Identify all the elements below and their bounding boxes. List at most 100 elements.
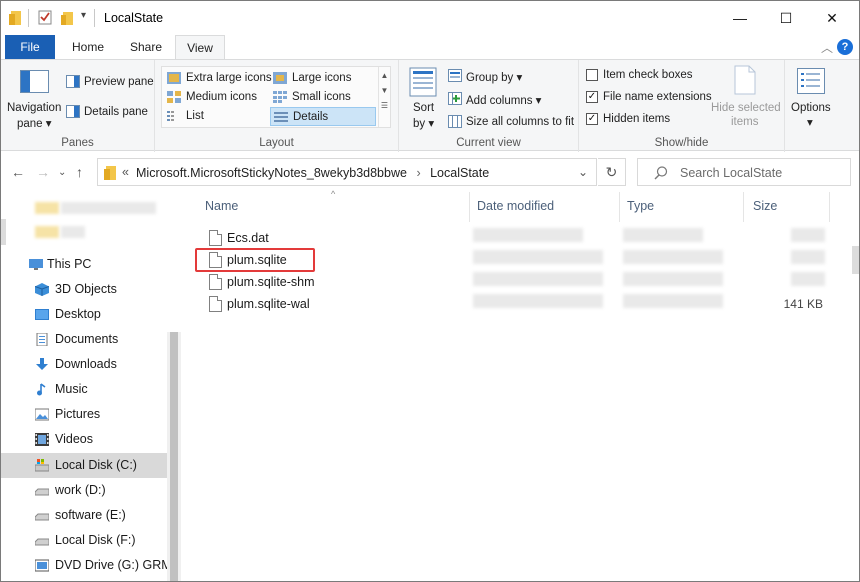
tab-view[interactable]: View xyxy=(175,35,225,60)
sort-by-icon[interactable] xyxy=(409,67,437,97)
scrollbar-thumb[interactable] xyxy=(170,332,178,581)
column-header-date-modified[interactable]: Date modified xyxy=(477,199,554,213)
navigation-pane-button[interactable]: Navigation xyxy=(7,102,61,114)
item-check-boxes-checkbox[interactable] xyxy=(586,69,598,81)
column-divider[interactable] xyxy=(619,192,620,222)
sidebar-item-this-pc[interactable]: This PC xyxy=(1,252,167,277)
column-header-type[interactable]: Type xyxy=(627,199,654,213)
sidebar-item-label: software (E:) xyxy=(55,508,126,522)
tab-share[interactable]: Share xyxy=(121,35,171,59)
item-check-boxes-label[interactable]: Item check boxes xyxy=(603,69,692,81)
sidebar-item-label: Desktop xyxy=(55,307,101,321)
drive-icon xyxy=(35,488,49,496)
column-header-name[interactable]: Name xyxy=(205,199,238,213)
hide-selected-items-button[interactable]: Hide selected xyxy=(711,102,781,114)
breadcrumb-item-localstate[interactable]: LocalState xyxy=(430,166,489,180)
blurred-quick-access-item xyxy=(61,202,156,214)
collapse-ribbon-icon[interactable]: ︿ xyxy=(821,39,833,56)
column-divider[interactable] xyxy=(469,192,470,222)
new-folder-icon[interactable] xyxy=(61,10,75,26)
sidebar-item-dvd-drive-g[interactable]: DVD Drive (G:) GRM xyxy=(1,553,172,578)
blurred-date-cell xyxy=(473,228,583,242)
sidebar-item-pictures[interactable]: Pictures xyxy=(1,402,167,427)
hidden-items-checkbox[interactable]: ✓ xyxy=(586,113,598,125)
sort-by-arrow[interactable]: by ▾ xyxy=(413,116,434,130)
minimize-button[interactable]: — xyxy=(717,1,763,35)
address-dropdown-icon[interactable]: ⌄ xyxy=(578,165,588,179)
recent-locations-icon[interactable]: ⌄ xyxy=(58,167,66,178)
search-box[interactable]: Search LocalState xyxy=(637,158,851,186)
column-divider[interactable] xyxy=(743,192,744,222)
search-input[interactable]: Search LocalState xyxy=(680,166,782,180)
file-name-extensions-label[interactable]: File name extensions xyxy=(603,91,712,103)
options-arrow[interactable]: ▾ xyxy=(807,115,813,129)
hide-selected-items-button-line2: items xyxy=(731,116,759,128)
small-icons-icon xyxy=(273,91,287,103)
add-columns-button[interactable]: Add columns ▾ xyxy=(466,93,541,107)
tab-file[interactable]: File xyxy=(5,35,55,59)
breadcrumb-separator[interactable]: › xyxy=(416,166,420,180)
file-name: plum.sqlite-wal xyxy=(227,297,310,311)
sidebar-item-local-disk-c[interactable]: Local Disk (C:) xyxy=(1,453,167,478)
sidebar-item-desktop[interactable]: Desktop xyxy=(1,302,167,327)
sidebar-item-downloads[interactable]: Downloads xyxy=(1,352,167,377)
monitor-icon xyxy=(29,259,43,270)
ribbon-tabs: File Home Share View ︿ ? xyxy=(1,35,859,60)
column-divider[interactable] xyxy=(829,192,830,222)
sort-by-button[interactable]: Sort xyxy=(413,102,434,114)
gallery-more-icon[interactable]: ☰ xyxy=(379,101,390,110)
layout-gallery-scroll[interactable]: ▲ ▼ ☰ xyxy=(378,67,390,127)
extra-large-icons-icon xyxy=(167,72,181,84)
hidden-items-label[interactable]: Hidden items xyxy=(603,113,670,125)
navigation-pane-scrollbar[interactable] xyxy=(167,332,181,581)
group-by-icon xyxy=(448,69,462,82)
extra-large-icons-label: Extra large icons xyxy=(186,72,272,84)
small-icons-option[interactable]: Small icons xyxy=(270,88,374,107)
refresh-button[interactable]: ↻ xyxy=(598,158,626,186)
help-icon[interactable]: ? xyxy=(837,39,853,55)
properties-icon[interactable] xyxy=(38,10,53,26)
options-button[interactable]: Options xyxy=(791,102,831,114)
quick-access-dropdown-icon[interactable]: ▾ xyxy=(81,10,86,21)
tab-home[interactable]: Home xyxy=(63,35,113,59)
breadcrumb-item-stickynotes[interactable]: Microsoft.MicrosoftStickyNotes_8wekyb3d8… xyxy=(136,166,407,180)
sidebar-item-label: Downloads xyxy=(55,357,117,371)
details-option[interactable]: Details xyxy=(270,107,376,126)
medium-icons-option[interactable]: Medium icons xyxy=(164,88,268,107)
sidebar-item-software-e[interactable]: software (E:) xyxy=(1,503,167,528)
details-pane-button[interactable]: Details pane xyxy=(84,106,148,118)
large-icons-option[interactable]: Large icons xyxy=(270,69,374,88)
cube-icon xyxy=(35,283,49,296)
scroll-down-icon[interactable]: ▼ xyxy=(379,86,390,95)
scroll-up-icon[interactable]: ▲ xyxy=(379,71,390,80)
sidebar-item-documents[interactable]: Documents xyxy=(1,327,167,352)
address-overflow-chevron[interactable]: « xyxy=(122,165,129,179)
address-bar[interactable]: « Microsoft.MicrosoftStickyNotes_8wekyb3… xyxy=(97,158,597,186)
sidebar-item-work-d[interactable]: work (D:) xyxy=(1,478,167,503)
navigation-pane-arrow[interactable]: pane ▾ xyxy=(17,116,52,130)
navigation-pane-icon[interactable] xyxy=(20,70,50,94)
file-name-extensions-checkbox[interactable]: ✓ xyxy=(586,91,598,103)
layout-group: Extra large icons Large icons Medium ico… xyxy=(155,60,399,152)
file-name: plum.sqlite-shm xyxy=(227,275,315,289)
preview-pane-button[interactable]: Preview pane xyxy=(84,76,154,88)
list-view-icon xyxy=(167,111,174,121)
back-arrow-icon[interactable]: ← xyxy=(11,164,25,180)
up-arrow-icon[interactable]: ↑ xyxy=(76,164,83,180)
size-columns-icon xyxy=(448,115,462,128)
sort-ascending-icon: ^ xyxy=(331,189,336,199)
group-by-button[interactable]: Group by ▾ xyxy=(466,70,522,84)
options-icon[interactable] xyxy=(797,68,825,94)
size-all-columns-button[interactable]: Size all columns to fit xyxy=(466,116,574,128)
small-icons-label: Small icons xyxy=(292,91,351,103)
maximize-button[interactable]: ☐ xyxy=(763,1,809,35)
sidebar-item-videos[interactable]: Videos xyxy=(1,427,167,452)
sidebar-item-local-disk-f[interactable]: Local Disk (F:) xyxy=(1,528,167,553)
extra-large-icons-option[interactable]: Extra large icons xyxy=(164,69,272,88)
list-option[interactable]: List xyxy=(164,107,268,126)
sidebar-item-music[interactable]: Music xyxy=(1,377,167,402)
forward-arrow-icon[interactable]: → xyxy=(36,164,50,180)
column-header-size[interactable]: Size xyxy=(753,199,777,213)
close-button[interactable]: ✕ xyxy=(809,1,855,35)
sidebar-item-3d-objects[interactable]: 3D Objects xyxy=(1,277,167,302)
